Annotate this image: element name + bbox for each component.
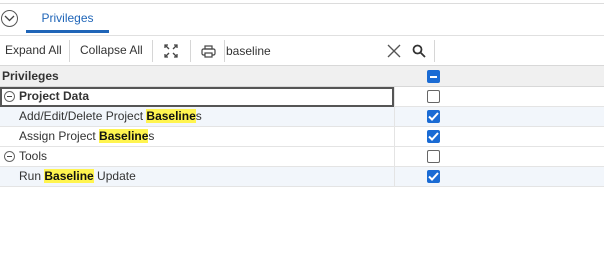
tab-privileges-label: Privileges — [41, 11, 94, 25]
label-text: Assign Project — [19, 129, 100, 143]
privilege-checkbox[interactable] — [427, 110, 440, 123]
checkmark-icon — [428, 172, 439, 181]
group-row-project-data[interactable]: Project Data — [0, 87, 604, 107]
table-row[interactable]: Assign Project Baselines — [0, 127, 604, 147]
toolbar: Expand All Collapse All — [0, 35, 604, 65]
column-divider — [394, 167, 395, 186]
column-divider — [394, 107, 395, 126]
focus-outline — [0, 87, 394, 107]
label-text: Update — [93, 169, 136, 183]
group-row-tools[interactable]: Tools — [0, 147, 604, 167]
label-text: s — [195, 109, 202, 123]
chevron-down-icon — [4, 15, 15, 22]
privilege-label: Add/Edit/Delete Project Baselines — [19, 107, 202, 126]
toolbar-divider — [434, 40, 435, 62]
print-icon[interactable] — [199, 42, 217, 60]
search-icon[interactable] — [410, 42, 428, 60]
toolbar-divider — [224, 40, 225, 62]
column-divider — [394, 147, 395, 166]
tab-bar: Privileges — [0, 0, 604, 35]
select-all-checkbox[interactable] — [427, 70, 440, 83]
tab-privileges[interactable]: Privileges — [26, 4, 109, 33]
active-tab-indicator — [26, 30, 109, 33]
checkmark-icon — [428, 112, 439, 121]
column-divider — [394, 87, 395, 106]
toolbar-divider — [190, 40, 191, 62]
search-input[interactable] — [226, 41, 376, 61]
privilege-label: Assign Project Baselines — [19, 127, 154, 146]
expand-all-button[interactable]: Expand All — [5, 36, 62, 65]
clear-search-icon[interactable] — [385, 42, 403, 60]
label-text: s — [148, 129, 155, 143]
column-header-privileges: Privileges — [2, 69, 59, 83]
group-label: Tools — [19, 149, 48, 163]
panel-collapse-button[interactable] — [1, 10, 18, 27]
column-divider — [394, 127, 395, 146]
collapse-all-button[interactable]: Collapse All — [80, 36, 143, 65]
grid-header: Privileges — [0, 65, 604, 87]
privilege-label: Run Baseline Update — [19, 167, 136, 186]
toolbar-divider — [152, 40, 153, 62]
search-match: Baseline — [99, 129, 149, 143]
collapse-group-icon[interactable] — [4, 151, 15, 162]
privilege-checkbox[interactable] — [427, 170, 440, 183]
search-match: Baseline — [44, 169, 94, 183]
privilege-checkbox[interactable] — [427, 90, 440, 103]
privilege-checkbox[interactable] — [427, 150, 440, 163]
label-text: Run — [19, 169, 45, 183]
privilege-checkbox[interactable] — [427, 130, 440, 143]
fullscreen-icon[interactable] — [162, 42, 180, 60]
toolbar-divider — [69, 40, 70, 62]
table-row[interactable]: Run Baseline Update — [0, 167, 604, 187]
label-text: Add/Edit/Delete Project — [19, 109, 147, 123]
table-row[interactable]: Add/Edit/Delete Project Baselines — [0, 107, 604, 127]
search-match: Baseline — [146, 109, 196, 123]
checkmark-icon — [428, 132, 439, 141]
